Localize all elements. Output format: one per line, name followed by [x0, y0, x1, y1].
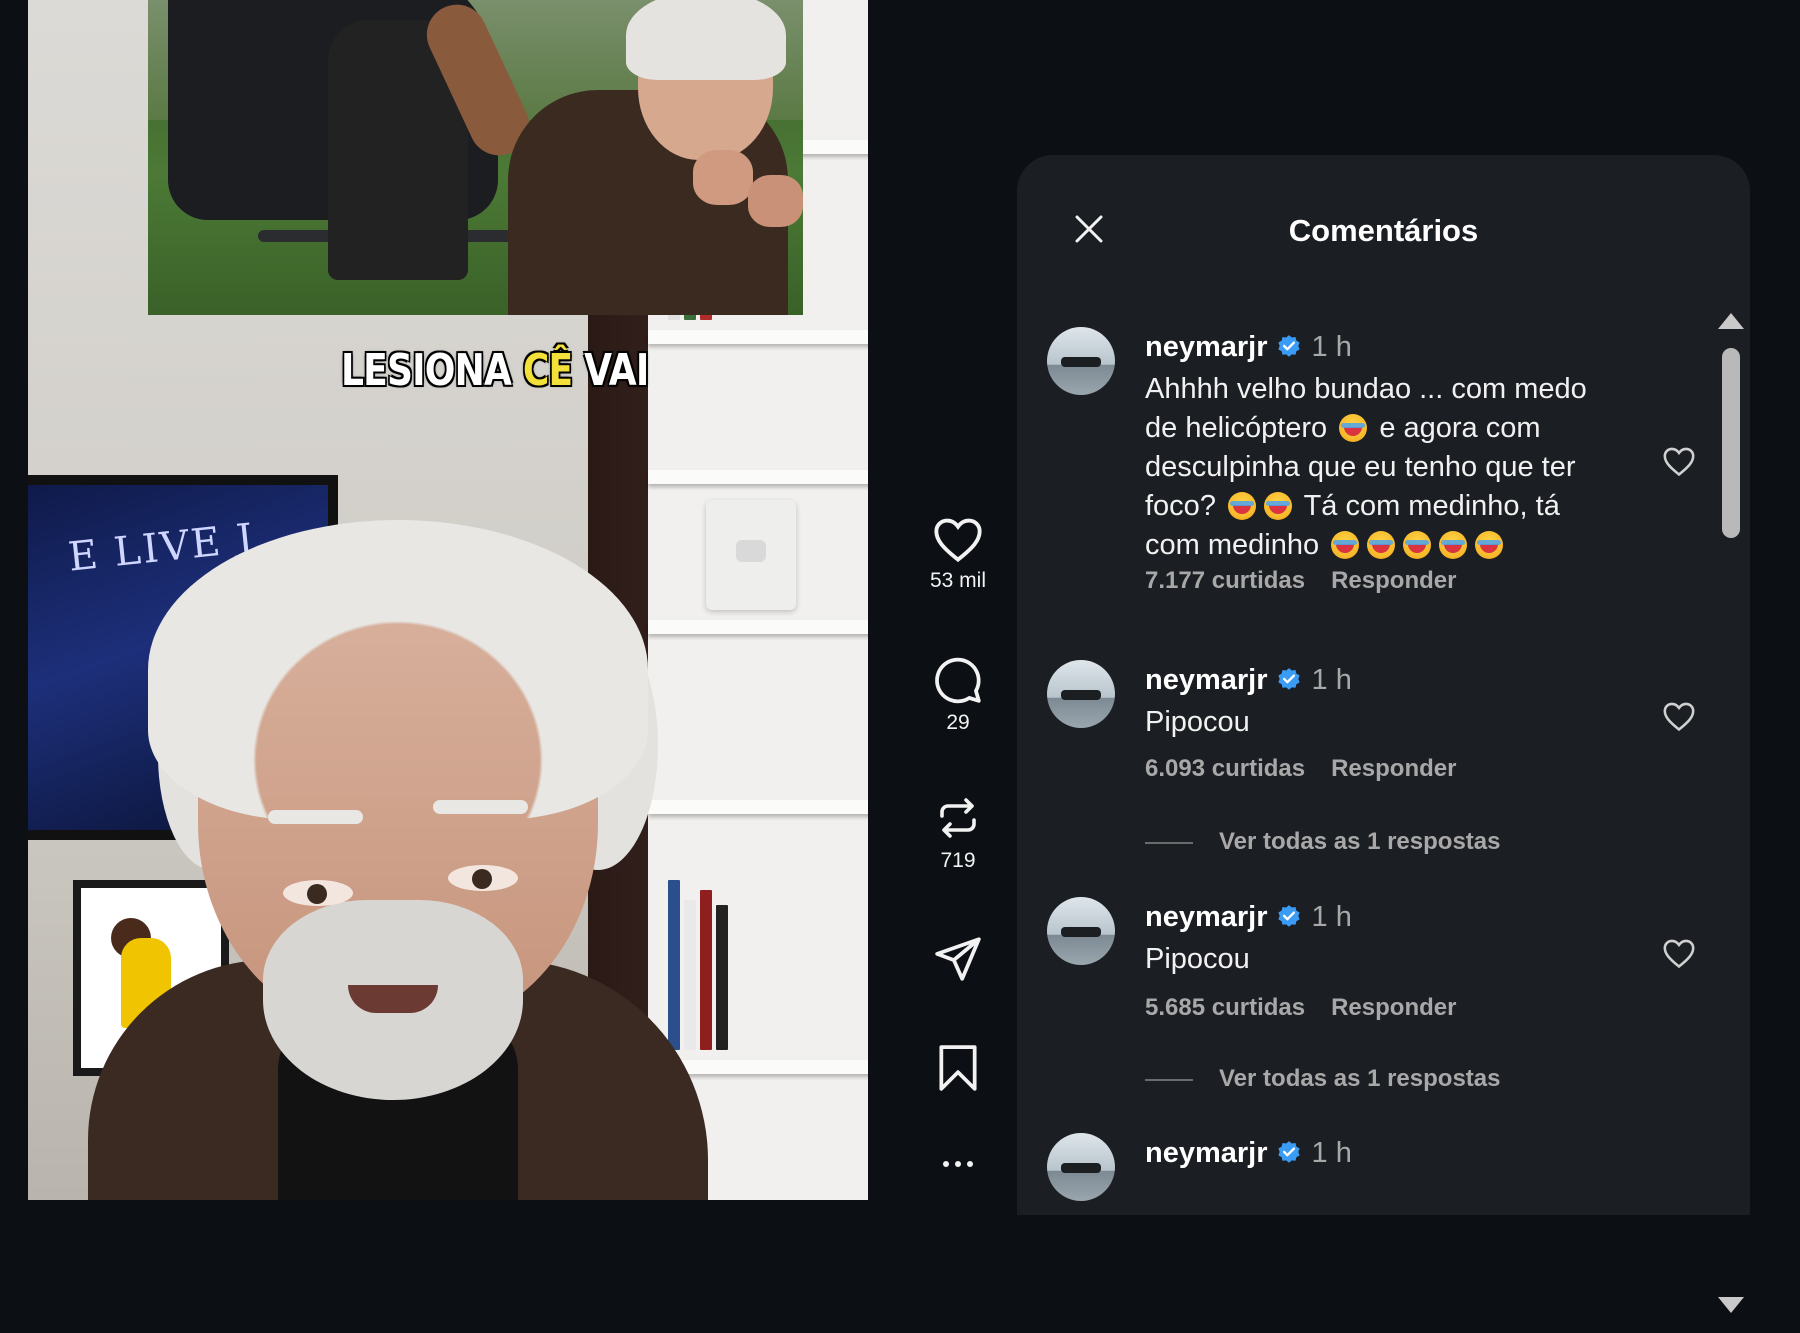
comment-line: foco?: [1145, 490, 1216, 522]
silver-play-button-award: [706, 500, 796, 610]
laughing-emoji-icon: [1475, 531, 1504, 559]
man-hair: [148, 520, 648, 820]
laughing-emoji-icon: [1439, 531, 1468, 559]
comment-header: neymarjr 1 h: [1145, 901, 1352, 934]
replies-divider: [1145, 1078, 1193, 1081]
scroll-thumb[interactable]: [1722, 348, 1740, 538]
comment-like-count[interactable]: 7.177 curtidas: [1145, 567, 1305, 594]
scroll-up-arrow[interactable]: [1718, 313, 1744, 329]
laughing-emoji-icon: [1228, 492, 1257, 520]
comment-line: Ahhhh velho bundao ... com medo: [1145, 373, 1587, 405]
comment-button[interactable]: 29: [908, 655, 1008, 735]
more-button[interactable]: [908, 1158, 1008, 1170]
comment-like-button[interactable]: [1662, 700, 1696, 737]
share-button[interactable]: [908, 933, 1008, 983]
comment-username[interactable]: neymarjr: [1145, 331, 1268, 363]
avatar[interactable]: [1047, 1133, 1115, 1201]
comments-scrollbar[interactable]: [1710, 303, 1744, 1333]
caption-word-1: LESIONA: [341, 345, 512, 396]
like-count: 53 mil: [929, 569, 987, 592]
more-icon: [943, 1161, 973, 1167]
inset-image: [148, 0, 803, 315]
heart-icon: [1663, 447, 1695, 477]
view-replies-label: Ver todas as 1 respostas: [1219, 1065, 1501, 1092]
view-replies-button[interactable]: Ver todas as 1 respostas: [1145, 1065, 1500, 1093]
video-player[interactable]: E LIVE J LESIONA CÊ VAI: [28, 0, 868, 1200]
video-caption: LESIONA CÊ VAI: [341, 345, 649, 396]
man-left-brow: [268, 810, 363, 824]
comment-time: 1 h: [1311, 664, 1352, 696]
panel-title: Comentários: [1288, 213, 1479, 248]
comment-meta: 6.093 curtidas Responder: [1145, 755, 1482, 783]
verified-icon: [1277, 668, 1300, 690]
verified-icon: [1277, 1141, 1300, 1163]
laughing-emoji-icon: [1367, 531, 1396, 559]
share-icon: [935, 937, 981, 981]
like-button[interactable]: 53 mil: [908, 515, 1008, 593]
avatar[interactable]: [1047, 327, 1115, 395]
comment-time: 1 h: [1311, 331, 1352, 363]
comment-line: com medinho: [1145, 529, 1320, 561]
view-replies-button[interactable]: Ver todas as 1 respostas: [1145, 828, 1500, 856]
view-replies-label: Ver todas as 1 respostas: [1219, 828, 1501, 855]
laughing-emoji-icon: [1339, 414, 1368, 442]
comment-like-button[interactable]: [1662, 937, 1696, 974]
comment-text: Pipocou: [1145, 706, 1250, 738]
repost-icon: [940, 798, 976, 838]
scroll-down-arrow[interactable]: [1718, 1297, 1744, 1313]
comment-header: neymarjr 1 h: [1145, 331, 1352, 364]
comment-username[interactable]: neymarjr: [1145, 1137, 1268, 1169]
reply-button[interactable]: Responder: [1331, 755, 1456, 782]
bookmark-icon: [939, 1045, 977, 1091]
comment-line: e agora com: [1379, 412, 1541, 444]
comment-meta: 7.177 curtidas Responder: [1145, 567, 1482, 595]
comment-icon: [935, 657, 981, 704]
comment-header: neymarjr 1 h: [1145, 664, 1352, 697]
comment-line: Tá com medinho, tá: [1303, 490, 1560, 522]
action-rail: 53 mil 29 719: [908, 0, 1008, 1200]
comment-header: neymarjr 1 h: [1145, 1137, 1352, 1170]
comment-username[interactable]: neymarjr: [1145, 664, 1268, 696]
comments-panel: Comentários neymarjr 1 h Ahhhh velho bund…: [1017, 155, 1750, 1313]
laughing-emoji-icon: [1264, 492, 1293, 520]
heart-icon: [1663, 939, 1695, 969]
repost-button[interactable]: 719: [908, 793, 1008, 873]
comment-line: desculpinha que eu tenho que ter: [1145, 451, 1576, 483]
comment-like-count[interactable]: 6.093 curtidas: [1145, 755, 1305, 782]
comment-username[interactable]: neymarjr: [1145, 901, 1268, 933]
man-right-eye: [448, 865, 518, 891]
comment-like-button[interactable]: [1662, 445, 1696, 482]
man-right-brow: [433, 800, 528, 814]
avatar[interactable]: [1047, 897, 1115, 965]
reply-button[interactable]: Responder: [1331, 567, 1456, 594]
comment-count: 29: [946, 711, 970, 734]
comment-text: Ahhhh velho bundao ... com medo de helic…: [1145, 370, 1615, 565]
caption-word-3: VAI: [584, 345, 649, 396]
repost-count: 719: [940, 849, 976, 872]
avatar[interactable]: [1047, 660, 1115, 728]
heart-icon: [1663, 702, 1695, 732]
comment-text: Pipocou: [1145, 943, 1250, 975]
man-mouth: [348, 985, 438, 1013]
comment-time: 1 h: [1311, 1137, 1352, 1169]
heart-icon: [934, 518, 982, 563]
comment-like-count[interactable]: 5.685 curtidas: [1145, 994, 1305, 1021]
comment-line: de helicóptero: [1145, 412, 1328, 444]
comment-meta: 5.685 curtidas Responder: [1145, 994, 1482, 1022]
reply-button[interactable]: Responder: [1331, 994, 1456, 1021]
verified-icon: [1277, 905, 1300, 927]
comment-time: 1 h: [1311, 901, 1352, 933]
man-left-eye: [283, 880, 353, 906]
caption-word-highlight: CÊ: [522, 345, 573, 396]
bookmark-button[interactable]: [908, 1043, 1008, 1093]
verified-icon: [1277, 335, 1300, 357]
laughing-emoji-icon: [1403, 531, 1432, 559]
replies-divider: [1145, 841, 1193, 844]
laughing-emoji-icon: [1331, 531, 1360, 559]
